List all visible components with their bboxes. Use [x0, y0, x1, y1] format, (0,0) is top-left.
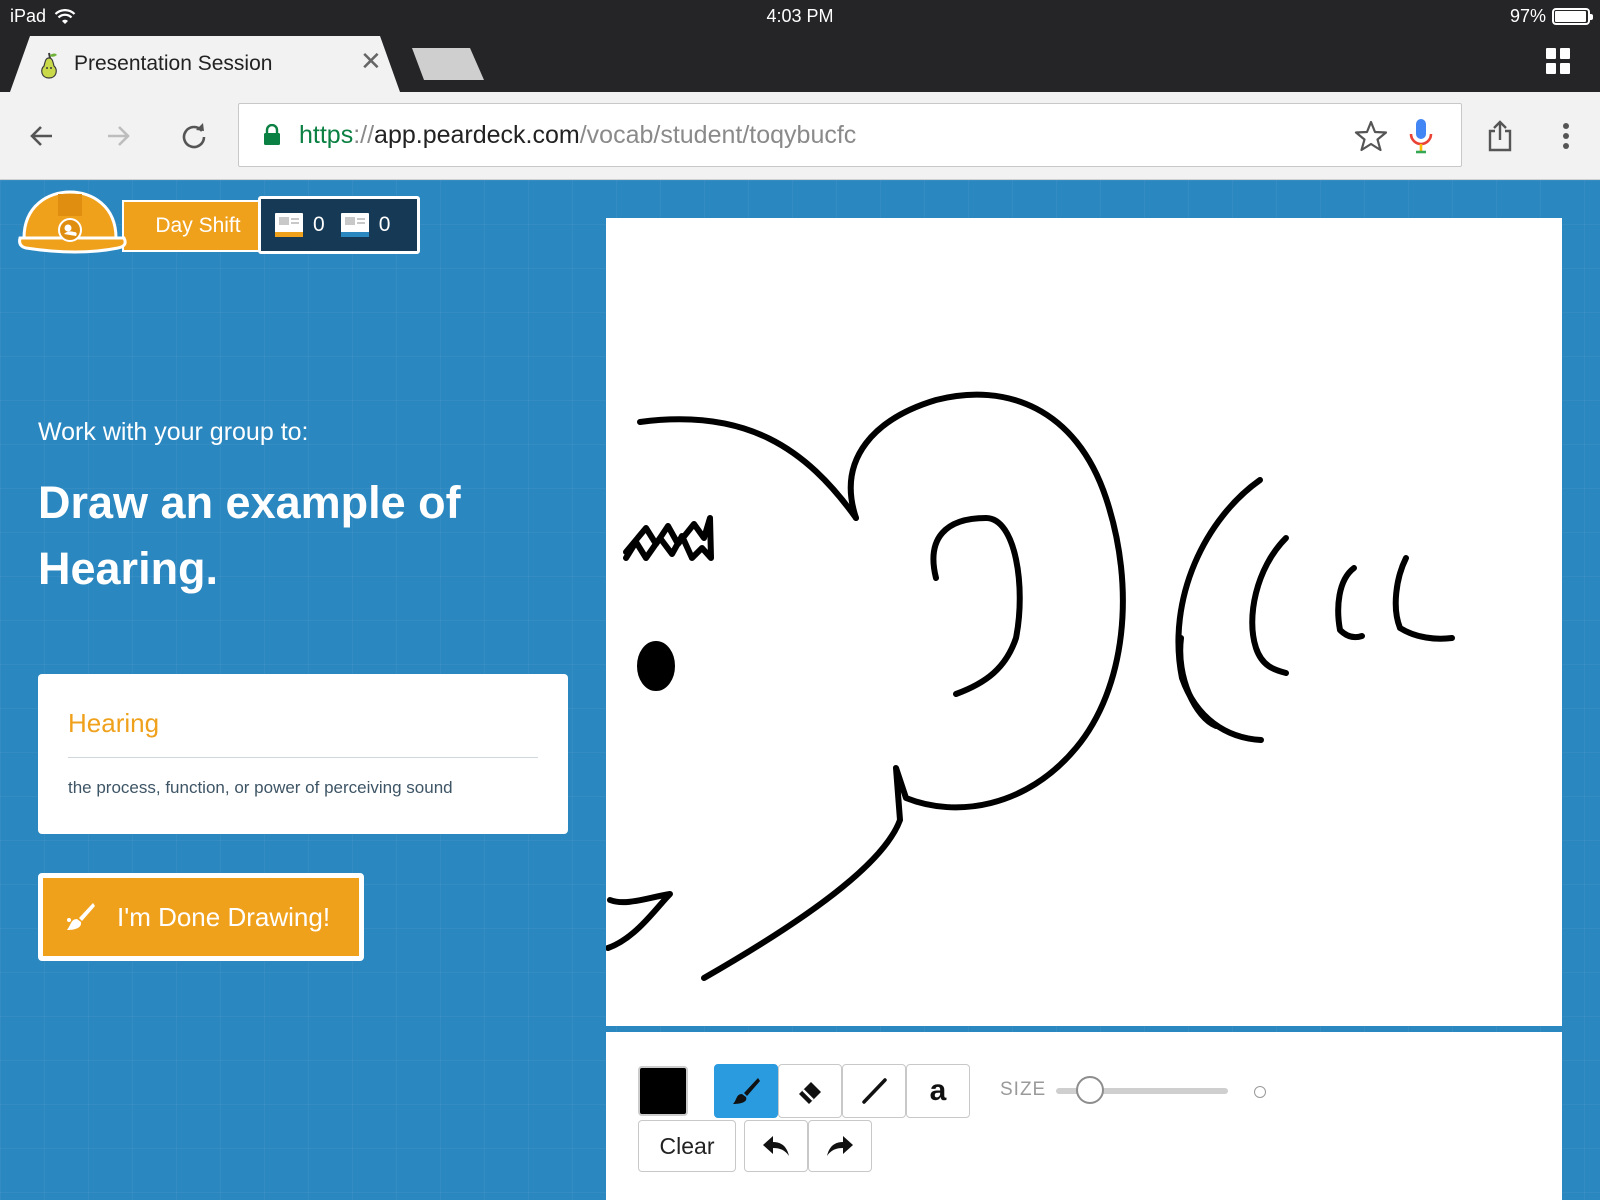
- undo-button[interactable]: [744, 1120, 808, 1172]
- drawing-toolbar: a SIZE Clear: [606, 1032, 1562, 1200]
- shift-badge: Day Shift 0 0: [18, 186, 420, 256]
- card-orange-icon: [275, 213, 303, 237]
- tab-strip: Presentation Session ✕: [0, 34, 1600, 92]
- peardeck-page: Day Shift 0 0 Work with your group to: D…: [0, 180, 1600, 1200]
- share-icon[interactable]: [1480, 116, 1520, 156]
- line-icon: [862, 1078, 887, 1104]
- clear-button[interactable]: Clear: [638, 1120, 736, 1172]
- color-picker[interactable]: [638, 1066, 688, 1116]
- vocab-definition: the process, function, or power of perce…: [68, 778, 453, 797]
- url-text: https://app.peardeck.com/vocab/student/t…: [299, 121, 857, 149]
- lock-icon: [264, 124, 280, 145]
- redo-icon: [827, 1136, 853, 1156]
- new-tab-button[interactable]: [412, 48, 484, 80]
- done-drawing-label: I'm Done Drawing!: [117, 901, 331, 932]
- forward-arrow-icon[interactable]: [98, 116, 138, 156]
- brush-icon: [733, 1078, 760, 1104]
- eraser-icon: [799, 1082, 821, 1104]
- done-drawing-button[interactable]: I'm Done Drawing!: [38, 873, 364, 961]
- clock: 4:03 PM: [766, 6, 834, 26]
- count-blue: 0: [378, 213, 391, 236]
- address-bar[interactable]: https://app.peardeck.com/vocab/student/t…: [238, 103, 1462, 167]
- card-blue-icon: [340, 213, 369, 237]
- size-slider-thumb[interactable]: [1076, 1076, 1105, 1104]
- divider: [68, 757, 538, 758]
- peardeck-pear-icon: [41, 52, 57, 79]
- count-orange: 0: [313, 213, 325, 236]
- drawing-canvas[interactable]: [606, 218, 1562, 1026]
- hard-hat-icon: [18, 190, 127, 254]
- star-icon[interactable]: [1353, 118, 1389, 154]
- tab-switcher-icon[interactable]: [1546, 48, 1572, 74]
- vocab-term: Hearing: [68, 708, 160, 738]
- more-vert-icon[interactable]: [1546, 116, 1586, 156]
- prompt-title: Draw an example of Hearing.: [38, 477, 461, 594]
- reload-icon[interactable]: [174, 116, 214, 156]
- eraser-tool-button[interactable]: [778, 1064, 842, 1118]
- battery-percent: 97%: [1509, 6, 1546, 26]
- tab-presentation-session[interactable]: Presentation Session ✕: [10, 36, 400, 92]
- brush-tool-button[interactable]: [714, 1064, 778, 1118]
- redo-button[interactable]: [808, 1120, 872, 1172]
- tab-close-icon[interactable]: ✕: [360, 48, 382, 74]
- mic-icon[interactable]: [1403, 117, 1439, 155]
- text-tool-button[interactable]: a: [906, 1064, 970, 1118]
- paintbrush-icon: [67, 903, 95, 930]
- browser-toolbar: https://app.peardeck.com/vocab/student/t…: [0, 92, 1600, 180]
- size-label: SIZE: [1000, 1079, 1047, 1100]
- card-counts: 0 0: [258, 196, 420, 254]
- prompt-intro: Work with your group to:: [38, 418, 309, 446]
- vocab-card: Hearing the process, function, or power …: [38, 674, 568, 834]
- undo-icon: [763, 1136, 789, 1156]
- battery-icon: [1552, 8, 1593, 25]
- ios-status-bar: iPad 4:03 PM 97%: [0, 0, 1600, 34]
- size-preview-dot: [1254, 1086, 1266, 1098]
- student-drawing: [606, 391, 1455, 981]
- line-tool-button[interactable]: [842, 1064, 906, 1118]
- tab-title: Presentation Session: [74, 52, 273, 75]
- shift-label: Day Shift: [122, 200, 272, 252]
- back-arrow-icon[interactable]: [22, 116, 62, 156]
- battery-fill: [1555, 11, 1587, 22]
- text-tool-glyph: a: [929, 1074, 947, 1107]
